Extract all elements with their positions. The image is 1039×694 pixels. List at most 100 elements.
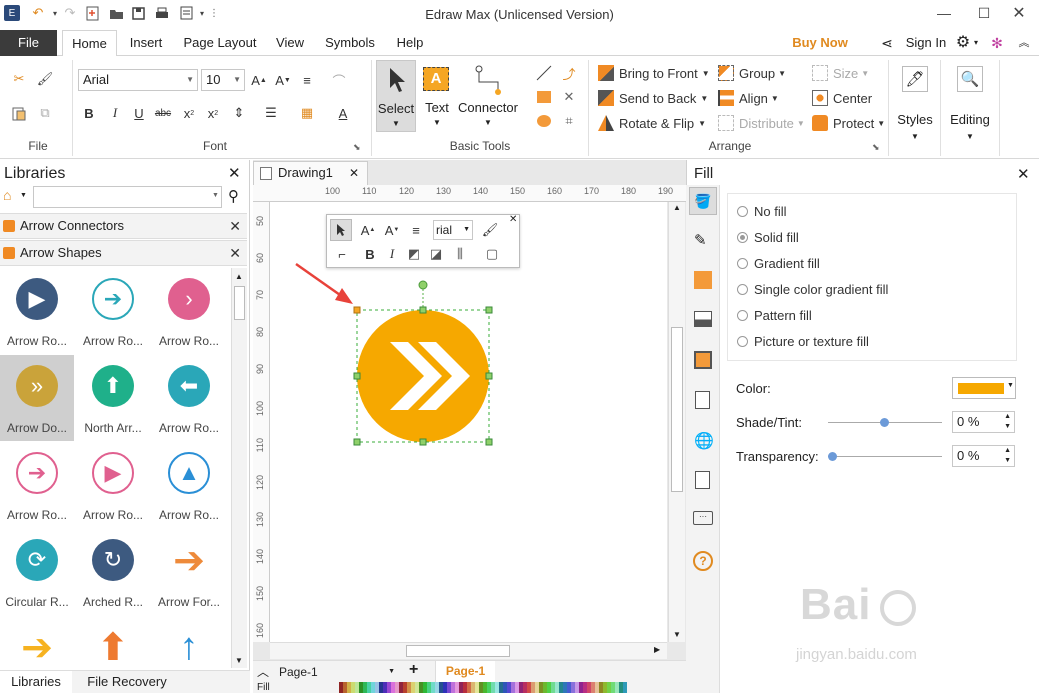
rectangle-tool-icon[interactable] [535,88,553,106]
library-search-input[interactable] [33,186,222,208]
bullets-icon[interactable]: ☰ [262,104,280,122]
arc-tool-icon[interactable]: ⤴ [560,64,578,82]
editing-button[interactable]: 🔍 Editing ▼ [944,60,996,150]
bring-to-front-button[interactable]: Bring to Front ▼ [598,65,710,81]
globe-icon[interactable]: 🌐 [694,431,714,451]
picture-icon[interactable] [694,311,712,327]
tab-file[interactable]: File [0,30,57,56]
close-toolbar-icon[interactable]: ✕ [509,214,517,225]
close-fill-panel-button[interactable]: ✕ [1017,165,1030,183]
library-scrollbar[interactable]: ▲ ▼ [231,268,247,668]
page-tab[interactable]: Page-1 [435,661,495,683]
shade-tint-input[interactable]: 0 % ▲ ▼ [952,411,1015,433]
protect-button[interactable]: Protect ▼ [812,115,885,131]
close-icon[interactable]: ✕ [229,241,241,265]
tab-home[interactable]: Home [62,30,117,57]
tab-file-recovery[interactable]: File Recovery [82,671,172,693]
crop-tool-icon[interactable]: ⌗ [560,112,578,130]
color-palette[interactable] [339,682,627,693]
subscript-button[interactable]: x2 [180,104,198,122]
styles-button[interactable]: 🖊 Styles ▼ [893,60,937,150]
library-shape-item[interactable]: ➔ [0,616,74,669]
rotate-flip-button[interactable]: Rotate & Flip ▼ [598,115,706,131]
apps-icon[interactable]: ✻ [988,30,1006,56]
transparency-input[interactable]: 0 % ▲ ▼ [952,445,1015,467]
ellipse-tool-icon[interactable] [535,112,553,130]
radio-button[interactable] [737,310,748,321]
collapse-icon[interactable]: ︿ [257,663,269,680]
brush-icon[interactable]: 🖌 [481,221,499,239]
vertical-scrollbar[interactable]: ▲ ▼ [668,202,685,642]
library-shape-item[interactable]: ⬆ [76,616,150,669]
comment-icon[interactable]: ··· [693,511,713,525]
fill-option[interactable]: Picture or texture fill [737,334,869,349]
arrange-dialog-launcher-icon[interactable]: ⬊ [872,142,880,153]
font-size-select[interactable]: 10 ▼ [201,69,245,91]
format-painter-icon[interactable]: ✂ [10,70,28,88]
tab-libraries[interactable]: Libraries [0,671,72,694]
layer-icon[interactable] [694,351,712,369]
close-icon[interactable]: ✕ [229,214,241,238]
library-shape-item[interactable]: ▶ Arrow Ro... [0,268,74,354]
library-shape-item[interactable]: ⟳ Circular R... [0,529,74,615]
fill-option[interactable]: Solid fill [737,230,799,245]
font-color-icon[interactable]: A [334,104,352,122]
page-icon[interactable] [695,471,710,489]
tab-help[interactable]: Help [390,30,430,56]
tab-view[interactable]: View [270,30,310,56]
document-properties-icon[interactable] [695,391,710,409]
help-icon[interactable]: ? [693,551,713,571]
line-tool-icon[interactable] [535,64,553,82]
mini-font-select[interactable]: rial ▼ [433,220,473,240]
italic-button[interactable]: I [106,104,124,122]
connector-tool-button[interactable]: Connector ▼ [456,60,520,132]
minimize-button[interactable]: — [924,2,964,24]
scrollbar-thumb[interactable] [406,645,510,657]
cross-tool-icon[interactable]: ✕ [560,88,578,106]
scroll-up-icon[interactable]: ▲ [673,203,681,212]
close-tab-icon[interactable]: ✕ [349,162,359,184]
grow-font-icon[interactable]: A ▲ [359,221,377,239]
library-shape-item[interactable]: ➔ Arrow Ro... [76,268,150,354]
fill-option[interactable]: No fill [737,204,787,219]
library-shape-item[interactable]: » Arrow Do... [0,355,74,441]
maximize-button[interactable]: ☐ [964,2,1004,24]
library-shape-item[interactable]: ↑ [152,616,226,668]
library-category-arrow-shapes[interactable]: Arrow Shapes ✕ [0,240,247,266]
paste-icon[interactable] [10,104,28,122]
page-select[interactable]: Page-1 ▼ [279,663,397,681]
grow-font-icon[interactable]: A ▲ [250,71,268,89]
fill-icon[interactable]: 🪣 [689,187,717,215]
scroll-right-icon[interactable]: ▶ [654,645,660,654]
shadow-icon[interactable] [694,271,712,289]
tab-symbols[interactable]: Symbols [318,30,382,56]
strikethrough-button[interactable]: abc [154,104,172,122]
library-category-arrow-connectors[interactable]: Arrow Connectors ✕ [0,213,247,239]
add-page-button[interactable]: + [409,661,418,679]
size-button[interactable]: Size ▼ [812,65,869,81]
pointer-icon[interactable] [330,219,352,241]
brush-icon[interactable]: 🖌 [36,70,54,88]
shade-slider-thumb[interactable] [880,418,889,427]
highlight-icon[interactable]: ▦ [298,104,316,122]
radio-button[interactable] [737,232,748,243]
document-tab[interactable]: Drawing1 ✕ [253,161,368,185]
text-direction-icon[interactable]: ⌒ [330,71,348,89]
copy-icon[interactable]: ⧉ [36,104,54,122]
fill-option[interactable]: Pattern fill [737,308,812,323]
scroll-up-icon[interactable]: ▲ [235,272,243,281]
radio-button[interactable] [737,284,748,295]
library-shape-item[interactable]: › Arrow Ro... [152,268,226,354]
spinner-icon[interactable]: ▲ ▼ [1004,446,1011,466]
settings-gear-icon[interactable]: ⚙ [954,30,972,56]
library-shape-item[interactable]: ▲ Arrow Ro... [152,442,226,528]
home-icon[interactable]: ⌂ [3,187,11,203]
text-align-icon[interactable]: ≡ [298,71,316,89]
shrink-font-icon[interactable]: A ▼ [383,221,401,239]
distribute-button[interactable]: Distribute ▼ [718,115,805,131]
buy-now-link[interactable]: Buy Now [789,30,851,56]
radio-button[interactable] [737,336,748,347]
close-libraries-button[interactable]: ✕ [228,164,241,182]
font-name-select[interactable]: Arial ▼ [78,69,198,91]
center-button[interactable]: Center [812,90,872,106]
